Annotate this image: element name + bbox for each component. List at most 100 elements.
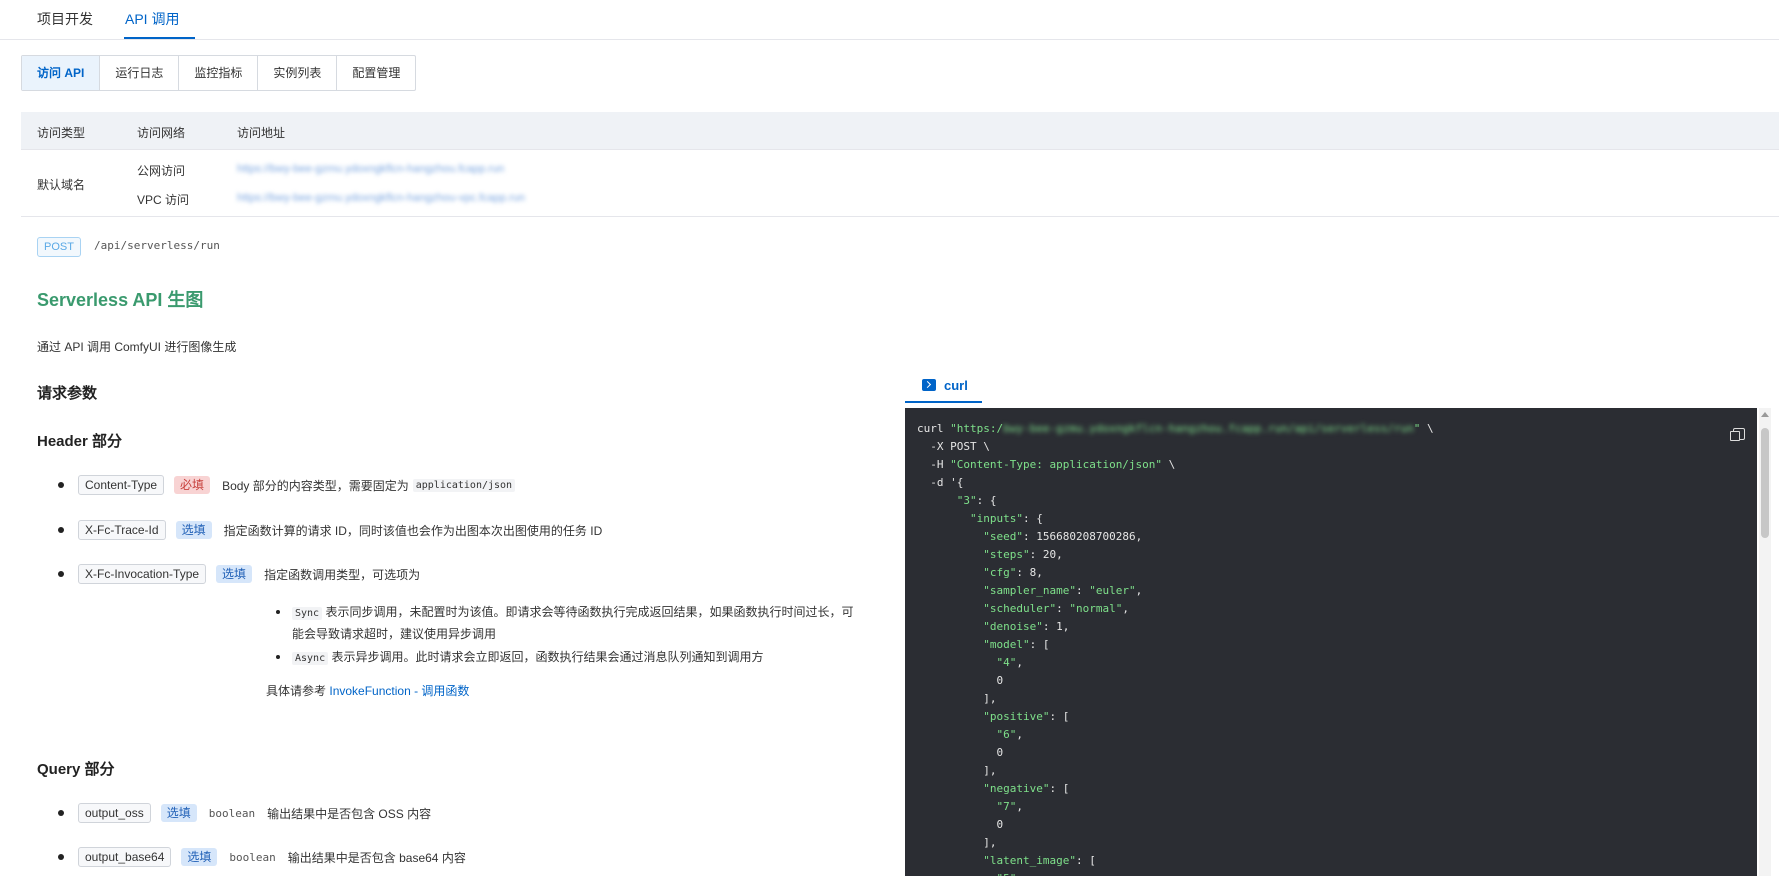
bullet-icon xyxy=(58,482,64,488)
param-name: Content-Type xyxy=(78,475,165,495)
option-text: 表示异步调用。此时请求会立即返回，函数执行结果会通过消息队列通知到调用方 xyxy=(331,650,764,664)
list-item: Content-Type 必填 Body 部分的内容类型，需要固定为 appli… xyxy=(58,474,516,496)
code-line: "denoise": 1, xyxy=(983,620,1070,633)
param-type: boolean xyxy=(229,850,276,864)
param-desc: 指定函数计算的请求 ID，同时该值也会作为出图本次出图使用的任务 ID xyxy=(223,523,603,538)
scrollbar[interactable] xyxy=(1759,408,1771,876)
optional-badge: 选填 xyxy=(216,565,253,583)
param-type: boolean xyxy=(208,806,256,820)
option-code: Async xyxy=(292,652,329,665)
doc-title: Serverless API 生图 xyxy=(37,290,204,310)
code-line: "model": [ xyxy=(983,638,1050,651)
code-line: ], xyxy=(917,836,997,849)
vpc-url[interactable]: https://bwy-bee-gzmu.ydoxngkflcn-hangzho… xyxy=(237,192,525,204)
code-line: -X POST \ xyxy=(917,440,990,453)
param-desc: 指定函数调用类型，可选项为 xyxy=(264,567,421,582)
code-lines: curl "https:/bwy-bee-gzmu.ydoxngkflcn-ha… xyxy=(917,420,1434,876)
param-name: output_base64 xyxy=(78,847,172,867)
tab-config[interactable]: 配置管理 xyxy=(336,56,415,90)
code-line: "cfg": 8, xyxy=(983,566,1043,579)
code-line: "positive": [ xyxy=(983,710,1070,723)
header-section-heading: Header 部分 xyxy=(37,433,123,450)
code-line: ], xyxy=(917,764,997,777)
code-line: 0 xyxy=(917,674,1004,687)
public-url[interactable]: https://bwy-bee-gzmu.ydoxngkflcn-hangzho… xyxy=(237,163,504,175)
code-line: ], xyxy=(917,692,997,705)
required-badge: 必填 xyxy=(174,476,211,494)
code-line: "latent_image": [ xyxy=(983,854,1096,867)
scroll-up-arrow-icon[interactable] xyxy=(1761,412,1769,417)
query-section-heading: Query 部分 xyxy=(37,761,115,778)
param-name: X-Fc-Trace-Id xyxy=(78,520,166,540)
code-line: "steps": 20, xyxy=(983,548,1063,561)
invocation-options: Sync 表示同步调用，未配置时为该值。即请求会等待函数执行完成返回结果，如果函… xyxy=(276,602,856,672)
optional-badge: 选填 xyxy=(160,804,197,822)
see-also: 具体请参考 InvokeFunction - 调用函数 xyxy=(266,682,469,699)
code-line: "3": { xyxy=(956,494,997,507)
header-access-network: 访问网络 xyxy=(137,126,186,140)
code-line: "6", xyxy=(996,728,1023,741)
doc-description: 通过 API 调用 ComfyUI 进行图像生成 xyxy=(37,340,237,354)
code-line: "5", xyxy=(917,870,1434,876)
bullet-icon xyxy=(58,854,64,860)
code-line: "seed": 156680208700286, xyxy=(983,530,1143,543)
top-tab-bar: 项目开发 API 调用 xyxy=(0,0,1779,40)
code-line: 0 xyxy=(917,746,1004,759)
list-item: Sync 表示同步调用，未配置时为该值。即请求会等待函数执行完成返回结果，如果函… xyxy=(276,602,856,644)
bullet-icon xyxy=(58,527,64,533)
tab-metrics[interactable]: 监控指标 xyxy=(178,56,257,90)
active-tab-underline xyxy=(124,37,195,39)
bullet-icon xyxy=(58,571,64,577)
tab-project-dev[interactable]: 项目开发 xyxy=(37,9,93,29)
tab-api-call[interactable]: API 调用 xyxy=(125,9,179,29)
code-line: "sampler_name": "euler", xyxy=(983,584,1143,597)
scroll-thumb[interactable] xyxy=(1761,428,1769,538)
code-tab-label: curl xyxy=(944,378,968,393)
code-line: -d '{ xyxy=(917,476,964,489)
code-line: curl "https:/bwy-bee-gzmu.ydoxngkflcn-ha… xyxy=(917,422,1434,435)
blurred-url: bwy-bee-gzmu.ydoxngkflcn-hangzhou.fcapp.… xyxy=(1003,422,1414,435)
option-code: Sync xyxy=(292,607,323,620)
list-item: output_oss 选填 boolean 输出结果中是否包含 OSS 内容 xyxy=(58,802,431,824)
header-access-type: 访问类型 xyxy=(37,126,86,140)
code-line: "4", xyxy=(996,656,1023,669)
request-params-heading: 请求参数 xyxy=(37,385,98,402)
see-also-prefix: 具体请参考 xyxy=(266,684,327,698)
optional-badge: 选填 xyxy=(181,848,218,866)
param-desc: Body 部分的内容类型，需要固定为 xyxy=(222,478,409,493)
param-name: X-Fc-Invocation-Type xyxy=(78,564,207,584)
param-name: output_oss xyxy=(78,803,151,823)
code-line: "scheduler": "normal", xyxy=(983,602,1129,615)
access-table: 访问类型 访问网络 访问地址 默认域名 公网访问 https://bwy-bee… xyxy=(21,112,1779,217)
code-line: "7", xyxy=(996,800,1023,813)
invoke-function-link[interactable]: InvokeFunction - 调用函数 xyxy=(329,684,469,698)
table-row: 默认域名 公网访问 https://bwy-bee-gzmu.ydoxngkfl… xyxy=(21,150,1779,217)
bullet-icon xyxy=(58,810,64,816)
header-access-address: 访问地址 xyxy=(237,126,286,140)
list-item: output_base64 选填 boolean 输出结果中是否包含 base6… xyxy=(58,846,466,868)
access-type-value: 默认域名 xyxy=(37,178,86,192)
code-line: "inputs": { xyxy=(969,512,1043,525)
endpoint-path: /api/serverless/run xyxy=(94,239,220,252)
optional-badge: 选填 xyxy=(175,521,212,539)
tab-instances[interactable]: 实例列表 xyxy=(257,56,336,90)
tab-curl[interactable]: curl xyxy=(905,371,982,403)
option-text: 表示同步调用，未配置时为该值。即请求会等待函数执行完成返回结果，如果函数执行时间… xyxy=(292,605,854,641)
code-block: curl "https:/bwy-bee-gzmu.ydoxngkflcn-ha… xyxy=(905,408,1757,876)
param-desc: 输出结果中是否包含 base64 内容 xyxy=(287,850,466,865)
code-line: "negative": [ xyxy=(983,782,1070,795)
terminal-icon xyxy=(922,379,936,391)
method-badge: POST xyxy=(37,237,81,257)
param-desc: 输出结果中是否包含 OSS 内容 xyxy=(267,806,432,821)
access-table-header: 访问类型 访问网络 访问地址 xyxy=(21,112,1779,150)
tab-access-api[interactable]: 访问 API xyxy=(22,56,100,90)
sub-tab-group: 访问 API 运行日志 监控指标 实例列表 配置管理 xyxy=(21,55,417,91)
list-item: Async 表示异步调用。此时请求会立即返回，函数执行结果会通过消息队列通知到调… xyxy=(276,647,856,669)
copy-icon[interactable] xyxy=(1730,428,1745,441)
list-item: X-Fc-Trace-Id 选填 指定函数计算的请求 ID，同时该值也会作为出图… xyxy=(58,519,602,541)
tab-run-logs[interactable]: 运行日志 xyxy=(99,56,178,90)
network-public: 公网访问 xyxy=(137,164,186,178)
code-line: -H "Content-Type: application/json" \ xyxy=(917,458,1176,471)
param-code: application/json xyxy=(412,478,516,492)
list-item: X-Fc-Invocation-Type 选填 指定函数调用类型，可选项为 xyxy=(58,563,420,585)
